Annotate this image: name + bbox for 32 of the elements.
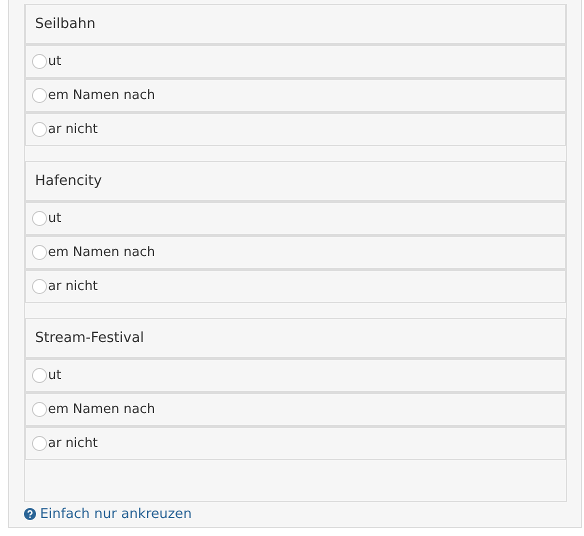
radio-button[interactable] — [32, 211, 47, 226]
option-label: ut — [48, 211, 62, 226]
question-title: Hafencity — [25, 161, 566, 201]
radio-button[interactable] — [32, 245, 47, 260]
option-row[interactable]: ar nicht — [25, 269, 566, 303]
radio-button[interactable] — [32, 279, 47, 294]
option-row[interactable]: ut — [25, 358, 566, 392]
question-title: Stream-Festival — [25, 318, 566, 358]
option-row[interactable]: ut — [25, 44, 566, 78]
radio-button[interactable] — [32, 436, 47, 451]
radio-button[interactable] — [32, 368, 47, 383]
option-row[interactable]: ar nicht — [25, 112, 566, 146]
option-row[interactable]: ut — [25, 201, 566, 235]
radio-button[interactable] — [32, 402, 47, 417]
option-label: ar nicht — [48, 122, 98, 137]
option-label: ut — [48, 368, 62, 383]
option-label: em Namen nach — [48, 245, 156, 260]
radio-button[interactable] — [32, 54, 47, 69]
option-row[interactable]: ar nicht — [25, 426, 566, 460]
help-text: Einfach nur ankreuzen — [40, 506, 192, 522]
option-label: em Namen nach — [48, 88, 156, 103]
option-label: em Namen nach — [48, 402, 156, 417]
radio-button[interactable] — [32, 122, 47, 137]
question-title: Seilbahn — [25, 4, 566, 44]
help-icon — [24, 508, 36, 520]
option-label: ar nicht — [48, 279, 98, 294]
radio-button[interactable] — [32, 88, 47, 103]
option-row[interactable]: em Namen nach — [25, 235, 566, 269]
option-label: ar nicht — [48, 436, 98, 451]
option-row[interactable]: em Namen nach — [25, 78, 566, 112]
option-row[interactable]: em Namen nach — [25, 392, 566, 426]
option-label: ut — [48, 54, 62, 69]
